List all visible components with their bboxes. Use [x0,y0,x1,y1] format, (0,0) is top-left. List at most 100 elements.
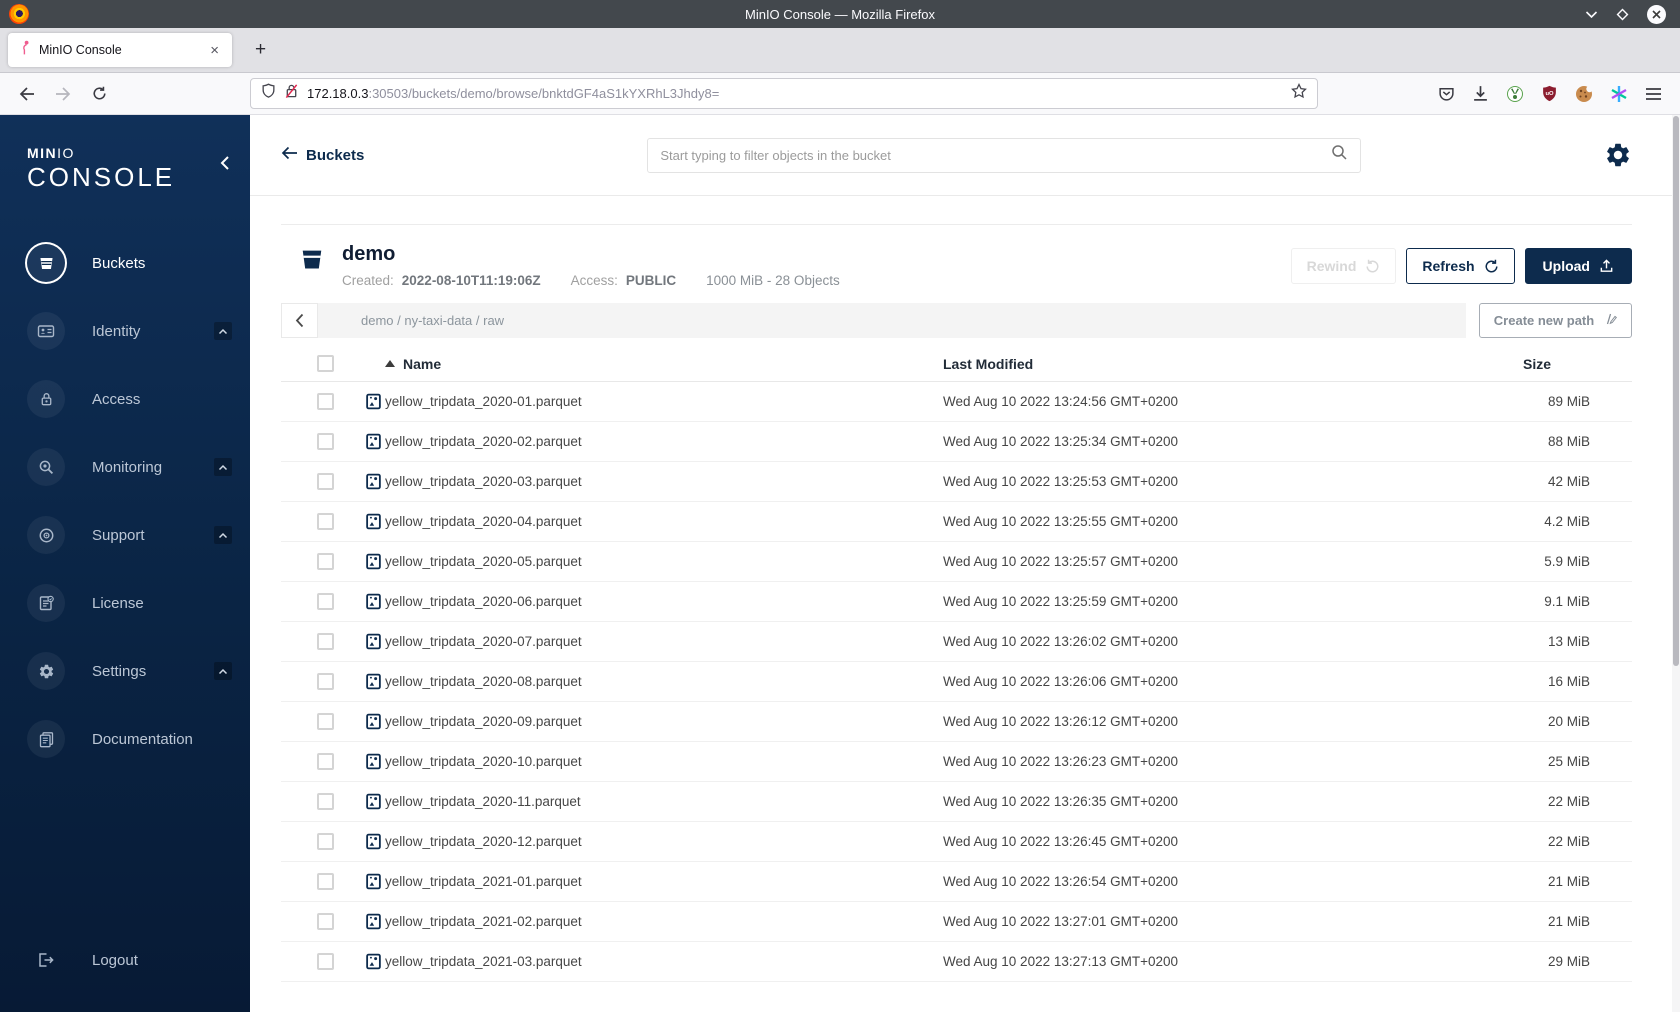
window-minimize-icon[interactable] [1585,10,1598,19]
sidebar-item-buckets[interactable]: Buckets [0,229,250,297]
table-row[interactable]: yellow_tripdata_2020-03.parquet Wed Aug … [281,462,1632,502]
table-row[interactable]: yellow_tripdata_2020-10.parquet Wed Aug … [281,742,1632,782]
object-name[interactable]: yellow_tripdata_2020-05.parquet [385,554,582,569]
sidebar-item-identity[interactable]: Identity [0,297,250,365]
row-checkbox[interactable] [317,473,334,490]
downloads-icon[interactable] [1472,85,1489,102]
row-checkbox[interactable] [317,553,334,570]
shield-icon[interactable] [261,83,276,104]
chevron-up-icon[interactable] [214,526,232,545]
object-file-icon [365,713,385,730]
new-tab-button[interactable]: + [246,37,275,63]
table-row[interactable]: yellow_tripdata_2020-11.parquet Wed Aug … [281,782,1632,822]
privacy-badger-icon[interactable] [1506,85,1524,103]
object-name[interactable]: yellow_tripdata_2020-06.parquet [385,594,582,609]
table-row[interactable]: yellow_tripdata_2020-01.parquet Wed Aug … [281,382,1632,422]
tab-minio-console[interactable]: MinIO Console × [8,33,232,67]
back-icon[interactable] [12,79,42,109]
chevron-up-icon[interactable] [214,458,232,477]
row-checkbox[interactable] [317,593,334,610]
table-row[interactable]: yellow_tripdata_2020-05.parquet Wed Aug … [281,542,1632,582]
table-row[interactable]: yellow_tripdata_2020-12.parquet Wed Aug … [281,822,1632,862]
object-name[interactable]: yellow_tripdata_2021-02.parquet [385,914,582,929]
sidebar-item-monitoring[interactable]: Monitoring [0,433,250,501]
back-to-buckets[interactable]: Buckets [281,146,364,164]
object-name[interactable]: yellow_tripdata_2021-01.parquet [385,874,582,889]
object-name[interactable]: yellow_tripdata_2020-11.parquet [385,794,581,809]
table-row[interactable]: yellow_tripdata_2021-02.parquet Wed Aug … [281,902,1632,942]
window-maximize-icon[interactable] [1616,8,1629,21]
cookie-icon[interactable] [1575,85,1593,103]
rewind-icon [1365,259,1380,274]
path-back-chevron-icon[interactable] [281,303,318,338]
sidebar-item-documentation[interactable]: Documentation [0,705,250,773]
object-name[interactable]: yellow_tripdata_2020-08.parquet [385,674,582,689]
row-checkbox[interactable] [317,713,334,730]
table-row[interactable]: yellow_tripdata_2020-06.parquet Wed Aug … [281,582,1632,622]
table-row[interactable]: yellow_tripdata_2021-01.parquet Wed Aug … [281,862,1632,902]
object-name[interactable]: yellow_tripdata_2020-01.parquet [385,394,582,409]
pocket-icon[interactable] [1438,85,1455,102]
column-last-modified[interactable]: Last Modified [943,356,1523,372]
column-name[interactable]: Name [403,356,441,372]
sidebar-item-license[interactable]: License [0,569,250,637]
chevron-up-icon[interactable] [214,322,232,341]
object-name[interactable]: yellow_tripdata_2020-02.parquet [385,434,582,449]
chevron-up-icon[interactable] [214,662,232,681]
create-new-path-button[interactable]: Create new path [1479,303,1632,338]
row-checkbox[interactable] [317,633,334,650]
object-name[interactable]: yellow_tripdata_2020-03.parquet [385,474,582,489]
filter-objects-search[interactable] [647,137,1362,173]
upload-button[interactable]: Upload [1524,248,1632,284]
menu-hamburger-icon[interactable] [1645,87,1662,101]
object-name[interactable]: yellow_tripdata_2020-12.parquet [385,834,582,849]
table-row[interactable]: yellow_tripdata_2021-03.parquet Wed Aug … [281,942,1632,982]
sort-ascending-icon[interactable] [385,360,395,367]
row-checkbox[interactable] [317,433,334,450]
table-row[interactable]: yellow_tripdata_2020-08.parquet Wed Aug … [281,662,1632,702]
object-name[interactable]: yellow_tripdata_2020-10.parquet [385,754,582,769]
sidebar-item-settings[interactable]: Settings [0,637,250,705]
row-checkbox[interactable] [317,673,334,690]
rewind-button[interactable]: Rewind [1290,248,1397,284]
ublock-origin-icon[interactable]: uO [1541,85,1558,102]
tab-close-icon[interactable]: × [205,41,224,60]
object-name[interactable]: yellow_tripdata_2021-03.parquet [385,954,582,969]
object-file-icon [365,753,385,770]
row-checkbox[interactable] [317,793,334,810]
object-name[interactable]: yellow_tripdata_2020-07.parquet [385,634,582,649]
lock-insecure-icon[interactable] [284,83,299,104]
table-row[interactable]: yellow_tripdata_2020-09.parquet Wed Aug … [281,702,1632,742]
refresh-button[interactable]: Refresh [1406,248,1515,284]
search-input[interactable] [660,147,1324,163]
sidebar-item-logout[interactable]: Logout [0,926,250,994]
url-bar[interactable]: 172.18.0.3:30503/buckets/demo/browse/bnk… [250,78,1318,109]
row-checkbox[interactable] [317,873,334,890]
row-checkbox[interactable] [317,513,334,530]
scrollbar-thumb[interactable] [1673,116,1679,666]
table-row[interactable]: yellow_tripdata_2020-02.parquet Wed Aug … [281,422,1632,462]
bookmark-star-icon[interactable] [1291,83,1307,104]
table-row[interactable]: yellow_tripdata_2020-04.parquet Wed Aug … [281,502,1632,542]
column-size[interactable]: Size [1523,356,1590,372]
containers-asterisk-icon[interactable] [1610,85,1628,103]
window-close-icon[interactable] [1647,4,1666,24]
url-text[interactable]: 172.18.0.3:30503/buckets/demo/browse/bnk… [307,86,1283,101]
row-checkbox[interactable] [317,753,334,770]
object-name[interactable]: yellow_tripdata_2020-04.parquet [385,514,582,529]
settings-gear-icon[interactable] [1604,141,1632,169]
forward-icon[interactable] [48,79,78,109]
sidebar-item-access[interactable]: Access [0,365,250,433]
sidebar-collapse-icon[interactable] [220,155,230,176]
breadcrumb[interactable]: demo / ny-taxi-data / raw [318,303,1466,338]
page-scrollbar[interactable] [1672,115,1680,1012]
object-name[interactable]: yellow_tripdata_2020-09.parquet [385,714,582,729]
table-row[interactable]: yellow_tripdata_2020-07.parquet Wed Aug … [281,622,1632,662]
row-checkbox[interactable] [317,833,334,850]
row-checkbox[interactable] [317,913,334,930]
reload-icon[interactable] [84,79,114,109]
row-checkbox[interactable] [317,953,334,970]
select-all-checkbox[interactable] [317,355,334,372]
sidebar-item-support[interactable]: Support [0,501,250,569]
row-checkbox[interactable] [317,393,334,410]
